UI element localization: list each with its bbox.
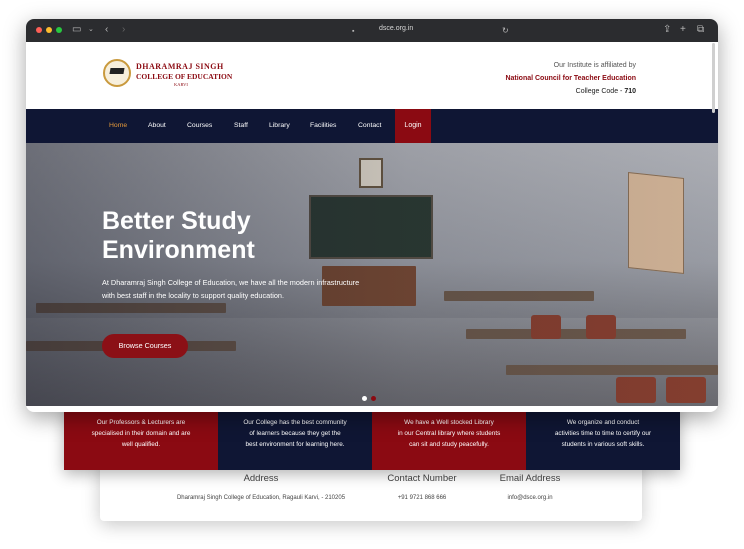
feature-line: of learners because they get the: [249, 430, 341, 437]
main-nav: Home About Courses Staff Library Facilit…: [26, 109, 718, 143]
college-code: College Code - 710: [576, 88, 636, 95]
maximize-button[interactable]: [56, 27, 62, 33]
logo-line2: COLLEGE OF EDUCATION: [136, 72, 233, 81]
feature-card: Our Professors & Lecturers are specialis…: [64, 403, 218, 470]
feature-line: can sit and study peacefully.: [409, 441, 489, 448]
nav-facilities[interactable]: Facilities: [310, 122, 336, 129]
nav-library[interactable]: Library: [269, 122, 290, 129]
feature-line: best environment for learning here.: [245, 441, 345, 448]
reload-icon[interactable]: ↻: [502, 25, 509, 37]
feature-line: activities time to time to certify our: [554, 430, 652, 437]
nav-home[interactable]: Home: [109, 122, 127, 129]
address-value: Dharamraj Singh College of Education, Ra…: [176, 495, 346, 501]
feature-strip: Our Professors & Lecturers are specialis…: [64, 403, 680, 470]
nav-courses[interactable]: Courses: [187, 122, 212, 129]
college-code-value: 710: [624, 88, 636, 95]
email-value[interactable]: info@dsce.org.in: [482, 495, 578, 501]
hero-overlay: [26, 143, 718, 406]
new-tab-icon[interactable]: +: [680, 24, 686, 36]
phone-title: Contact Number: [387, 473, 457, 484]
tabs-overview-icon[interactable]: ⧉: [697, 24, 704, 36]
browse-courses-button[interactable]: Browse Courses: [102, 334, 188, 358]
affiliation-body: National Council for Teacher Education: [505, 75, 636, 82]
site-header: DHARAMRAJ SINGH COLLEGE OF EDUCATION KAR…: [26, 42, 718, 109]
back-icon[interactable]: ‹: [105, 24, 108, 36]
feature-card: We have a Well stocked Library in our Ce…: [372, 403, 526, 470]
feature-card: We organize and conduct activities time …: [526, 403, 680, 470]
feature-line: well qualified.: [121, 441, 161, 448]
browser-window: ▭ ⌄ ‹ › ▪ dsce.org.in ↻ ⇪ + ⧉ DHARAMRAJ …: [26, 19, 718, 412]
chevron-down-icon[interactable]: ⌄: [88, 24, 94, 36]
feature-line: We organize and conduct: [566, 419, 640, 426]
minimize-button[interactable]: [46, 27, 52, 33]
hero-text: At Dharamraj Singh College of Education,…: [102, 278, 360, 300]
nav-staff[interactable]: Staff: [234, 122, 248, 129]
feature-line: specialised in their domain and are: [91, 430, 191, 437]
sidebar-icon[interactable]: ▭: [72, 24, 81, 36]
slide-dot[interactable]: [371, 396, 376, 401]
feature-line: students in various soft skills.: [561, 441, 645, 448]
email-title: Email Address: [499, 473, 561, 484]
lock-icon: ▪: [352, 28, 355, 35]
address-title: Address: [243, 473, 279, 484]
logo-line3: KARVI: [174, 82, 188, 87]
college-code-label: College Code -: [575, 88, 625, 95]
feature-card: Our College has the best community of le…: [218, 403, 372, 470]
share-icon[interactable]: ⇪: [663, 24, 671, 36]
college-logo-icon[interactable]: [103, 59, 131, 87]
close-button[interactable]: [36, 27, 42, 33]
affiliation-line: Our Institute is affiliated by: [553, 62, 636, 69]
browser-titlebar: ▭ ⌄ ‹ › ▪ dsce.org.in ↻ ⇪ + ⧉: [26, 19, 718, 42]
forward-icon[interactable]: ›: [122, 24, 125, 36]
login-button[interactable]: Login: [395, 109, 431, 143]
slide-dot-active[interactable]: [362, 396, 367, 401]
page-scrollbar[interactable]: [712, 43, 715, 113]
hero-title: Better Study Environment: [102, 207, 255, 264]
phone-value: +91 9721 868 666: [397, 495, 447, 501]
feature-line: Our College has the best community: [243, 419, 347, 426]
feature-line: We have a Well stocked Library: [404, 419, 494, 426]
feature-line: in our Central library where students: [397, 430, 501, 437]
address-bar[interactable]: dsce.org.in: [379, 25, 413, 32]
nav-contact[interactable]: Contact: [358, 122, 381, 129]
feature-line: Our Professors & Lecturers are: [96, 419, 186, 426]
logo-line1: DHARAMRAJ SINGH: [136, 62, 224, 71]
hero-slider: Better Study Environment At Dharamraj Si…: [26, 143, 718, 406]
nav-about[interactable]: About: [148, 122, 166, 129]
